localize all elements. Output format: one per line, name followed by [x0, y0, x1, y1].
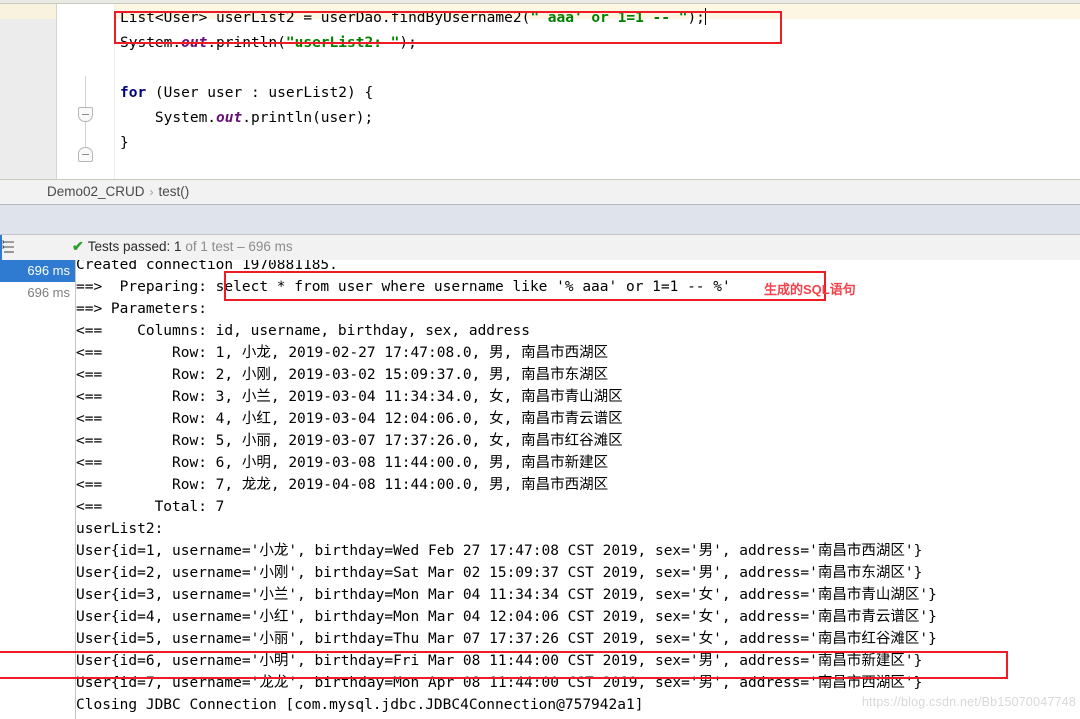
code-token: "userList2: "	[285, 35, 400, 51]
code-editor-pane[interactable]: List<User> userList2 = userDao.findByUse…	[0, 0, 1080, 179]
code-token: out	[181, 35, 208, 51]
line-for: for (User user : userList2) {	[120, 81, 706, 106]
console-line: <== Row: 3, 小兰, 2019-03-04 11:34:34.0, 女…	[76, 389, 623, 405]
console-line: User{id=4, username='小红', birthday=Mon M…	[76, 609, 937, 625]
console-line: User{id=1, username='小龙', birthday=Wed F…	[76, 543, 923, 559]
line-blank	[120, 56, 706, 81]
line-print-header: System.out.println("userList2: ");	[120, 31, 706, 56]
console-line: Closing JDBC Connection [com.mysql.jdbc.…	[76, 697, 644, 713]
code-token: (User user : userList2) {	[146, 85, 374, 101]
console-line: Created connection 1970881185.	[76, 260, 338, 273]
test-passed-check-icon: ✔	[72, 238, 84, 254]
tool-window-header-gap	[0, 204, 1080, 234]
code-token: }	[120, 135, 129, 151]
console-line: User{id=2, username='小刚', birthday=Sat M…	[76, 565, 923, 581]
code-token: .println(	[207, 35, 286, 51]
code-token: List<User> userList2 = userDao.findByUse…	[120, 10, 531, 26]
line-close-brace: }	[120, 131, 706, 156]
console-line: <== Row: 4, 小红, 2019-03-04 12:04:06.0, 女…	[76, 411, 623, 427]
console-line: <== Columns: id, username, birthday, sex…	[76, 323, 530, 339]
editor-code-text[interactable]: List<User> userList2 = userDao.findByUse…	[120, 6, 706, 156]
breadcrumb-separator-icon: ›	[149, 185, 154, 199]
code-token: );	[399, 35, 417, 51]
test-passed-count: 1	[174, 239, 182, 254]
fold-collapse-handle-top-icon[interactable]	[78, 107, 93, 122]
test-status-text: ✔ Tests passed: 1 of 1 test – 696 ms	[72, 238, 293, 255]
console-line: <== Row: 6, 小明, 2019-03-08 11:44:00.0, 男…	[76, 455, 609, 471]
line-print-user: System.out.println(user);	[120, 106, 706, 131]
fold-collapse-handle-bottom-icon[interactable]	[78, 147, 93, 162]
console-line: <== Row: 5, 小丽, 2019-03-07 17:37:26.0, 女…	[76, 433, 623, 449]
test-runner-panel: ✔ Tests passed: 1 of 1 test – 696 ms 696 …	[0, 234, 1080, 719]
console-output[interactable]: Created connection 1970881185. ==> Prepar…	[76, 260, 1080, 719]
annotation-generated-sql: 生成的SQL语句	[764, 282, 856, 297]
code-token: out	[216, 110, 243, 126]
code-token: );	[687, 10, 705, 26]
console-line: <== Row: 2, 小刚, 2019-03-02 15:09:37.0, 男…	[76, 367, 609, 383]
breadcrumb-class[interactable]: Demo02_CRUD	[47, 184, 145, 199]
code-token: .println(user);	[242, 110, 374, 126]
watermark-text: https://blog.csdn.net/Bb15070047748	[861, 695, 1076, 709]
console-output-text: Created connection 1970881185. ==> Prepar…	[76, 260, 937, 719]
console-line: User{id=6, username='小明', birthday=Fri M…	[76, 653, 923, 669]
test-tree[interactable]: 696 ms 696 ms	[0, 260, 76, 719]
console-line: <== Row: 7, 龙龙, 2019-04-08 11:44:00.0, 男…	[76, 477, 609, 493]
console-line: User{id=5, username='小丽', birthday=Thu M…	[76, 631, 937, 647]
test-tree-toggle-icon[interactable]	[2, 238, 18, 256]
ide-window: List<User> userList2 = userDao.findByUse…	[0, 0, 1080, 719]
console-line: ==> Parameters:	[76, 301, 207, 317]
editor-fold-gutter-border	[114, 4, 115, 179]
line-call: List<User> userList2 = userDao.findByUse…	[120, 6, 706, 31]
test-tree-row[interactable]: 696 ms	[0, 282, 76, 304]
code-token: for	[120, 85, 147, 101]
code-token: System.	[120, 35, 182, 51]
console-line: userList2:	[76, 521, 164, 537]
console-line: User{id=3, username='小兰', birthday=Mon M…	[76, 587, 937, 603]
test-passed-label: Tests passed:	[87, 239, 171, 254]
console-line: <== Total: 7	[76, 499, 225, 515]
text-caret	[704, 8, 706, 25]
breadcrumb[interactable]: Demo02_CRUD › test()	[47, 184, 189, 199]
breadcrumb-bar: Demo02_CRUD › test()	[0, 179, 1080, 204]
console-line: User{id=7, username='龙龙', birthday=Mon A…	[76, 675, 923, 691]
code-token: System.	[120, 110, 217, 126]
test-tree-row-selected[interactable]: 696 ms	[0, 260, 76, 282]
code-token: " aaa' or 1=1 -- "	[530, 10, 688, 26]
editor-current-line-gutter-highlight	[0, 4, 57, 19]
test-passed-detail: of 1 test – 696 ms	[185, 239, 293, 254]
breadcrumb-method[interactable]: test()	[159, 184, 190, 199]
console-line: <== Row: 1, 小龙, 2019-02-27 17:47:08.0, 男…	[76, 345, 609, 361]
editor-marker-stripe[interactable]	[0, 4, 57, 179]
test-status-bar: ✔ Tests passed: 1 of 1 test – 696 ms	[0, 235, 1080, 260]
